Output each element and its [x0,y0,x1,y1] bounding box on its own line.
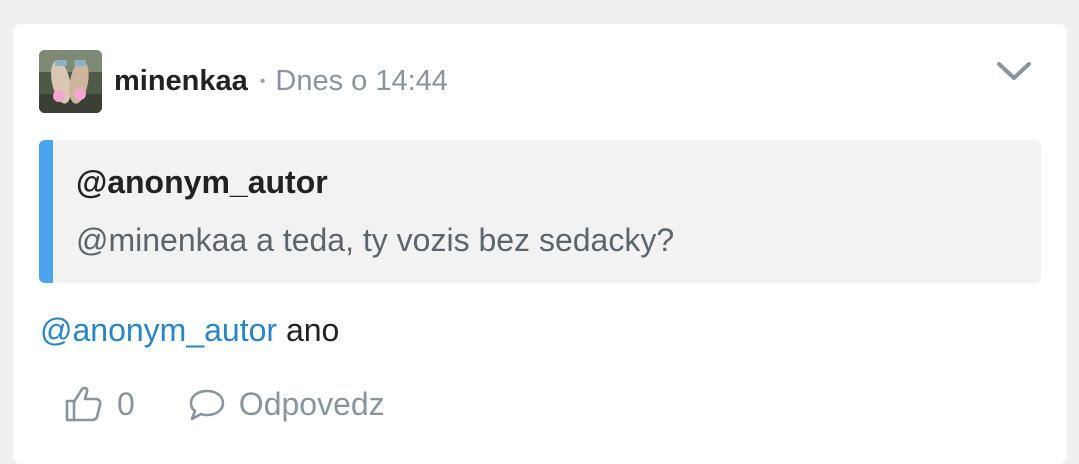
like-count: 0 [117,385,135,422]
chevron-down-icon [997,62,1031,80]
post-body-text: ano [277,312,340,348]
post-timestamp: Dnes o 14:44 [275,65,448,97]
quote-author[interactable]: @anonym_autor [76,164,328,201]
reply-label: Odpovedz [238,385,385,422]
mention-link[interactable]: @anonym_autor [40,312,277,348]
post-card: minenkaa • Dnes o 14:44 @anonym_autor @m… [13,24,1067,464]
avatar[interactable] [39,50,102,113]
thumbs-up-icon [65,386,102,422]
avatar-image [39,50,102,113]
quoted-comment: @anonym_autor @minenkaa a teda, ty vozis… [39,140,1041,283]
quote-accent-bar [39,140,53,283]
post-header: minenkaa • Dnes o 14:44 [39,50,448,113]
username[interactable]: minenkaa [114,65,248,98]
post-menu-button[interactable] [994,56,1034,86]
post-body: @anonym_autor ano [40,312,339,349]
post-actions: 0 Odpovedz [63,382,385,426]
speech-bubble-icon [189,389,225,421]
quote-text: @minenkaa a teda, ty vozis bez sedacky? [76,222,675,258]
separator-dot: • [259,72,266,90]
like-button[interactable]: 0 [63,384,135,424]
reply-button[interactable]: Odpovedz [187,384,385,424]
